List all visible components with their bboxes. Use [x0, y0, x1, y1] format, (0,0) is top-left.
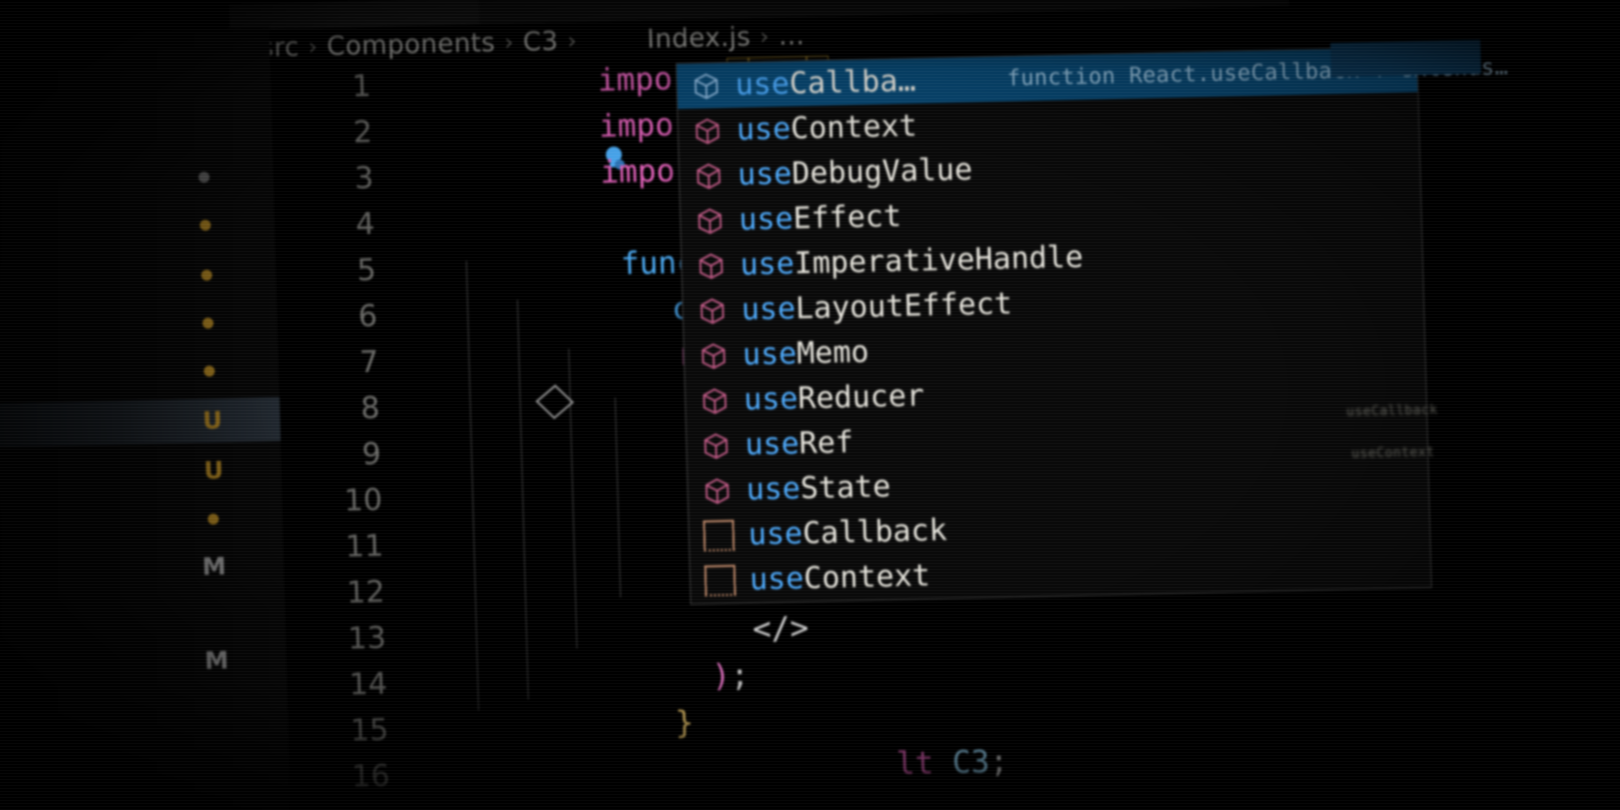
suggestion-label: useRef	[744, 425, 854, 463]
list-item[interactable]: …s M	[0, 543, 285, 596]
line-number: 14	[348, 666, 388, 703]
text-word-icon	[702, 519, 735, 552]
git-status-badge: M	[201, 552, 227, 581]
list-item-selected[interactable]: U	[0, 397, 281, 450]
chevron-right-icon: ›	[307, 34, 319, 61]
list-item[interactable]	[0, 251, 277, 304]
line-number: 12	[346, 574, 386, 611]
vscode-window: src › Components › C3 › Index.js › … …ul…	[0, 0, 1620, 810]
suggestion-label: useLayoutEffect	[740, 286, 1013, 328]
line-number: 13	[347, 620, 387, 657]
suggestion-label: useCallba…	[734, 63, 917, 103]
git-status-dot	[199, 219, 211, 231]
suggestion-label: useState	[745, 469, 892, 508]
suggestion-label: useDebugValue	[737, 152, 973, 193]
list-item[interactable]: …css M	[0, 637, 287, 690]
line-number: 16	[351, 758, 391, 795]
token-fragment-close: </>	[752, 610, 810, 648]
screenshot-stage: src › Components › C3 › Index.js › … …ul…	[0, 0, 1620, 810]
cube-icon	[702, 475, 733, 506]
explorer-sidebar[interactable]: …ules …ents U ….js U …jsx …s	[0, 27, 292, 810]
line-number: 8	[360, 390, 381, 426]
jsx-fragment-icon	[535, 384, 575, 420]
git-status-badge: U	[202, 406, 223, 435]
line-number: 3	[354, 160, 375, 196]
git-status-dot	[198, 171, 210, 183]
line-number: 7	[359, 344, 380, 380]
list-item[interactable]: …jsx	[0, 495, 283, 548]
line-number: 2	[352, 114, 373, 150]
git-status-dot	[203, 365, 215, 377]
minimap-ghost-line: useCallback	[1346, 402, 1439, 420]
minimap-ghost-line: useContext	[1351, 444, 1435, 462]
minimap[interactable]: useCallback useContext	[1320, 29, 1529, 733]
line-number: 9	[361, 436, 382, 472]
cube-icon	[692, 115, 723, 146]
list-item[interactable]	[0, 299, 278, 352]
line-number: 11	[344, 528, 385, 565]
list-item[interactable]: …ore	[0, 775, 291, 810]
cube-icon	[691, 70, 722, 101]
cube-icon	[701, 430, 732, 461]
suggestion-label: useEffect	[738, 198, 902, 238]
list-item[interactable]	[0, 153, 274, 206]
suggestion-label: useMemo	[742, 334, 870, 373]
git-status-dot	[201, 269, 213, 281]
suggestion-label: useReducer	[743, 378, 925, 418]
line-number: 5	[356, 252, 377, 288]
autocomplete-popup[interactable]: useCallba… function React.useCallback<T …	[675, 46, 1509, 605]
line-number: 15	[349, 712, 390, 749]
cube-icon	[697, 295, 728, 326]
cube-icon	[698, 340, 729, 371]
line-number: 10	[343, 482, 383, 519]
list-item[interactable]	[0, 347, 279, 400]
git-status-dot	[207, 512, 219, 525]
suggestion-label: useImperativeHandle	[739, 239, 1084, 283]
list-item[interactable]: …ules	[0, 63, 272, 116]
minimap-selection-highlight	[1330, 39, 1482, 78]
suggestion-label: useContext	[749, 558, 931, 598]
text-word-icon	[704, 564, 737, 597]
git-status-dot	[202, 317, 214, 329]
suggestion-label: useCallback	[747, 512, 948, 553]
cube-icon	[694, 205, 725, 236]
cube-icon	[693, 160, 724, 191]
line-number: 1	[351, 68, 372, 104]
token-brace-end: }	[674, 704, 695, 742]
line-number: 6	[357, 298, 378, 334]
list-item[interactable]: …ents	[0, 201, 275, 254]
list-item[interactable]: ….js U	[0, 447, 282, 500]
git-status-badge: M	[204, 646, 229, 675]
cube-icon	[699, 385, 730, 416]
cube-icon	[696, 250, 727, 281]
git-status-badge: U	[203, 456, 224, 485]
editor-tab-active[interactable]	[228, 0, 480, 31]
line-number: 4	[355, 206, 376, 242]
list-item[interactable]: …js	[0, 717, 289, 770]
suggestion-label: useContext	[735, 108, 918, 148]
